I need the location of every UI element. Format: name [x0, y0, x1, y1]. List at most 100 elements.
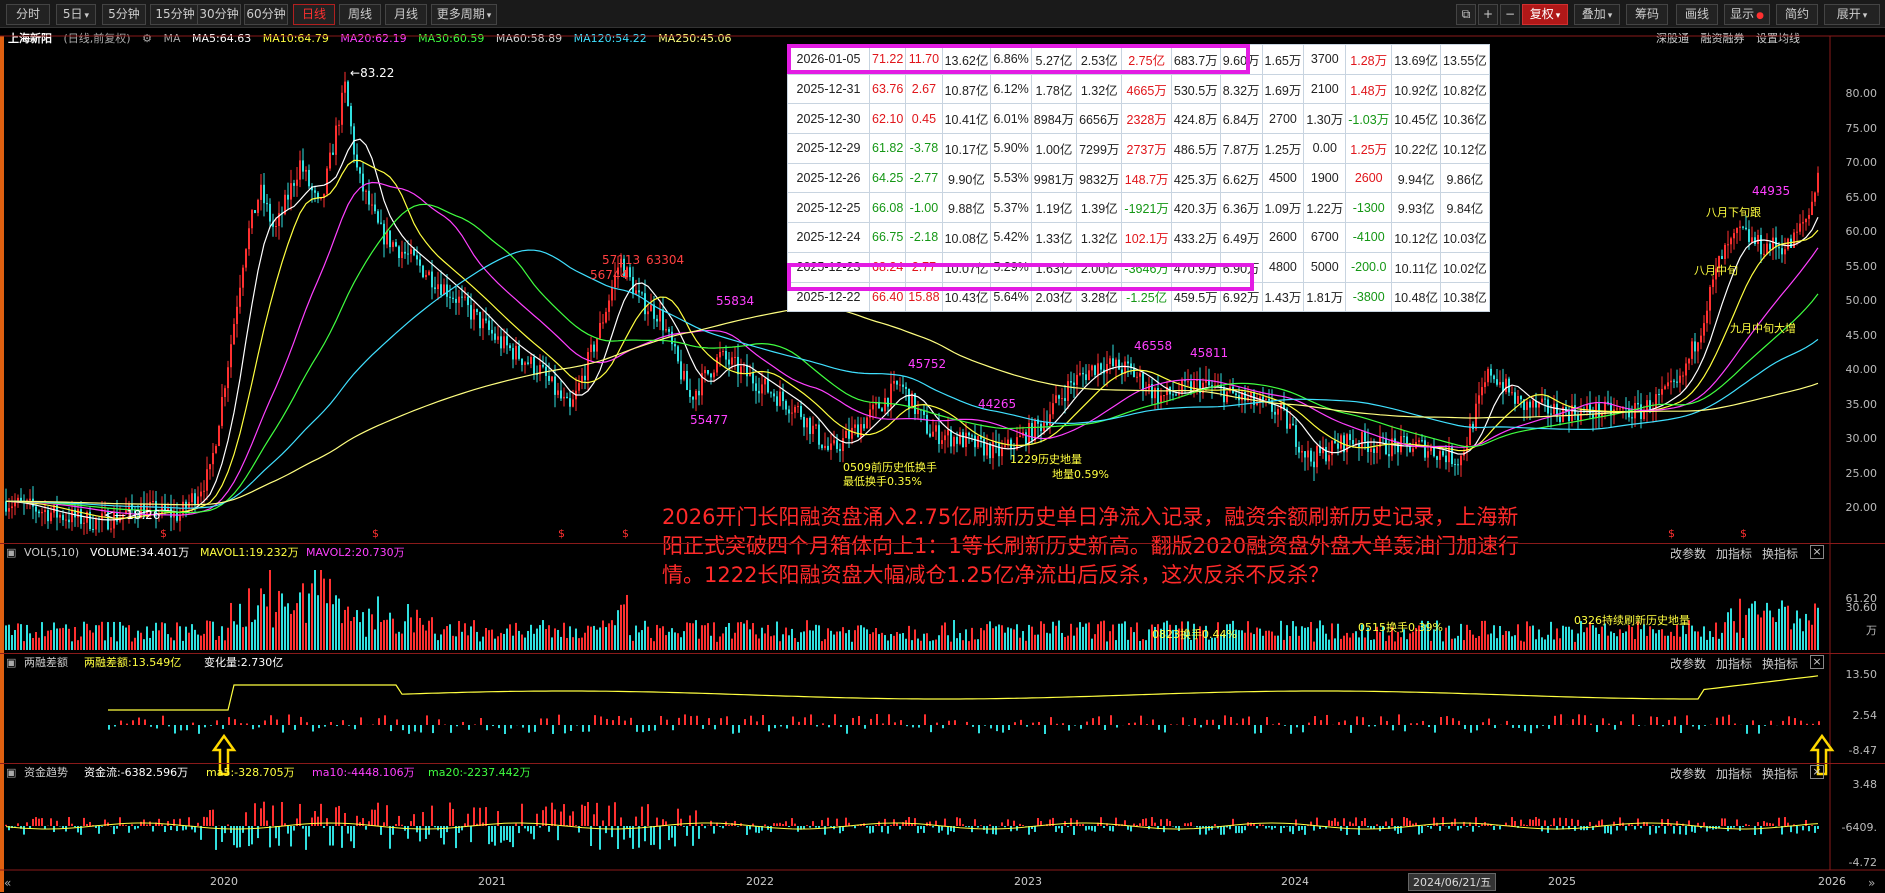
candle-body: [407, 253, 409, 255]
volume-bar: [203, 633, 205, 650]
volume-bar: [917, 638, 919, 650]
fund-flow-bar: [1694, 826, 1696, 833]
vol-switch-indicator[interactable]: 换指标: [1762, 545, 1798, 561]
margin-change-bar: [1788, 716, 1790, 725]
fund-flow-bar: [989, 824, 991, 826]
fund-flow-bar: [1676, 821, 1678, 826]
candle-body: [431, 271, 433, 288]
volume-bar: [350, 621, 352, 650]
volume-bar: [227, 627, 229, 650]
volume-bar: [926, 633, 928, 650]
volume-bar: [431, 617, 433, 650]
table-row[interactable]: 2025-12-25 66.08 -1.00 9.88亿 5.37% 1.19亿 1.39亿…: [787, 192, 1490, 224]
value-cell: 10.03亿: [1440, 222, 1490, 253]
candle-body: [896, 380, 898, 385]
table-row[interactable]: 2025-12-31 63.76 2.67 10.87亿 6.12% 1.78亿 1.32亿…: [787, 73, 1490, 105]
fund-flow-bar: [1733, 826, 1735, 828]
volume-bar: [800, 632, 802, 650]
volume-bar: [1790, 629, 1792, 650]
margin-change-bar: [114, 725, 116, 727]
fund-flow-bar: [719, 826, 721, 827]
margin-add-indicator[interactable]: 加指标: [1716, 655, 1752, 671]
fund-flow-bar: [455, 826, 457, 849]
volume-bar: [179, 626, 181, 650]
candle-body: [251, 210, 253, 229]
candle-body: [605, 311, 607, 323]
margin-change-bar: [1782, 720, 1784, 725]
volume-bar: [344, 609, 346, 650]
candle-body: [1757, 234, 1759, 245]
vol-edit-params[interactable]: 改参数: [1670, 545, 1706, 561]
table-row[interactable]: 2025-12-23 68.24 2.77 10.07亿 5.29% 1.63亿 2.00亿…: [787, 251, 1490, 283]
scroll-right-icon[interactable]: »: [1868, 876, 1875, 890]
table-row[interactable]: 2025-12-22 66.40 15.88 10.43亿 5.64% 2.03亿 3.28…: [787, 281, 1490, 313]
candle-body: [824, 445, 826, 449]
margin-axis-mid: 2.54: [1852, 709, 1878, 722]
close-icon[interactable]: ×: [1810, 655, 1824, 669]
fund-flow-bar: [1160, 819, 1162, 826]
volume-bar: [968, 641, 970, 650]
fund-edit-params[interactable]: 改参数: [1670, 765, 1706, 781]
fund-flow-bar: [1004, 826, 1006, 828]
fund-flow-bar: [281, 801, 283, 826]
value-cell: 7.87万: [1219, 133, 1263, 164]
value-cell: 1.63亿: [1030, 251, 1078, 283]
table-row[interactable]: 2025-12-24 66.75 -2.18 10.08亿 5.42% 1.33亿 1.32…: [787, 222, 1490, 253]
volume-bar: [587, 625, 589, 650]
volume-bar: [86, 623, 88, 650]
margin-change-bar: [1296, 725, 1298, 728]
candle-body: [230, 344, 232, 368]
table-row[interactable]: 2025-12-26 64.25 -2.77 9.90亿 5.53% 9981万 9832万…: [787, 162, 1490, 194]
candle-body: [437, 284, 439, 290]
fund-flow-bar: [545, 806, 547, 826]
collapse-icon[interactable]: ▣: [6, 654, 16, 671]
table-row[interactable]: 2026-01-05 71.22 11.70 13.62亿 6.86% 5.27亿 2.53…: [787, 44, 1490, 75]
volume-bar: [17, 623, 19, 650]
scroll-left-icon[interactable]: «: [4, 876, 11, 890]
fund-flow-bar: [1679, 826, 1681, 835]
table-row[interactable]: 2025-12-29 61.82 -3.78 10.17亿 5.90% 1.00亿 7299…: [787, 133, 1490, 164]
fund-flow-bar: [1361, 820, 1363, 826]
margin-change-bar: [348, 725, 350, 726]
close-icon[interactable]: ×: [1810, 545, 1824, 559]
fund-add-indicator[interactable]: 加指标: [1716, 765, 1752, 781]
candle-body: [218, 425, 220, 447]
margin-switch-indicator[interactable]: 换指标: [1762, 655, 1798, 671]
collapse-icon[interactable]: ▣: [6, 764, 16, 781]
candle-body: [1049, 414, 1051, 426]
fund-flow-bar: [836, 818, 838, 826]
volume-bar: [1508, 631, 1510, 650]
margin-change-bar: [1518, 725, 1520, 728]
volume-bar: [1718, 638, 1720, 650]
fund-flow-bar: [245, 812, 247, 826]
candle-body: [260, 184, 262, 200]
candle-body: [872, 404, 874, 410]
fund-flow-bar: [1034, 826, 1036, 832]
fund-flow-bar: [674, 826, 676, 847]
value-cell: 9.93亿: [1391, 192, 1441, 224]
volume-bar: [1565, 626, 1567, 650]
margin-change-bar: [906, 725, 908, 727]
candle-body: [1325, 446, 1327, 462]
fund-switch-indicator[interactable]: 换指标: [1762, 765, 1798, 781]
fund-flow-bar: [62, 826, 64, 829]
vol-add-indicator[interactable]: 加指标: [1716, 545, 1752, 561]
year-label-2026: 2026: [1818, 875, 1846, 888]
volume-bar: [1685, 634, 1687, 650]
volume-bar: [929, 641, 931, 650]
fund-flow-bar: [1328, 820, 1330, 826]
price-axis-tick: 30.00: [1845, 432, 1878, 445]
close-icon[interactable]: ×: [1810, 765, 1824, 779]
collapse-icon[interactable]: ▣: [6, 544, 16, 561]
table-row[interactable]: 2025-12-30 62.10 0.45 10.41亿 6.01% 8984万 6656万…: [787, 103, 1490, 135]
annotation-aug-late: 八月下旬跟: [1706, 206, 1761, 219]
margin-edit-params[interactable]: 改参数: [1670, 655, 1706, 671]
fund-flow-bar: [764, 824, 766, 826]
fund-flow-bar: [1796, 826, 1798, 834]
candle-body: [899, 384, 901, 386]
candle-body: [971, 435, 973, 437]
fund-flow-bar: [1262, 824, 1264, 826]
vol-annotation-0823: 0823换手0.44%: [1152, 628, 1237, 641]
volume-bar: [1343, 635, 1345, 650]
candle-body: [1808, 214, 1810, 219]
